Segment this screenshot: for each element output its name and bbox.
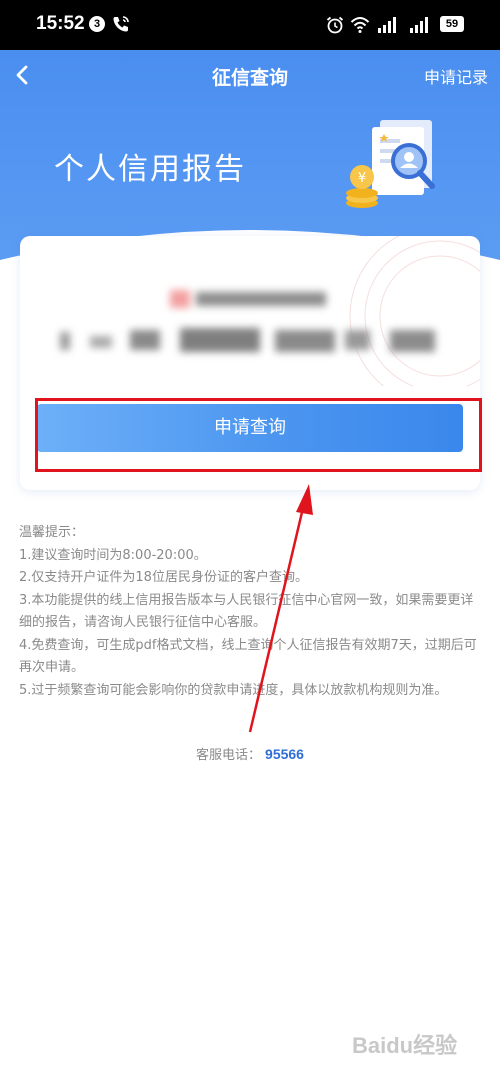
phone-call-icon bbox=[113, 16, 129, 32]
tips-heading: 温馨提示： bbox=[19, 525, 85, 540]
notification-badge: 3 bbox=[89, 16, 105, 32]
hero-title: 个人信用报告 bbox=[54, 152, 246, 187]
tip-item: 2.仅支持开户证件为18位居民身份证的客户查询。 bbox=[19, 570, 308, 585]
tip-item: 3.本功能提供的线上信用报告版本与人民银行征信中心官网一致，如果需要更详细的报告… bbox=[19, 592, 474, 631]
credit-report-illustration: ¥ bbox=[346, 120, 435, 208]
svg-text:¥: ¥ bbox=[358, 171, 366, 186]
wifi-icon bbox=[350, 17, 370, 33]
status-time: 15:52 bbox=[36, 13, 85, 34]
tip-item: 1.建议查询时间为8:00-20:00。 bbox=[19, 547, 207, 563]
query-card: 申请查询 bbox=[20, 236, 480, 490]
apply-records-link[interactable]: 申请记录 bbox=[424, 64, 488, 88]
back-arrow-icon[interactable] bbox=[10, 62, 36, 88]
tip-item: 4.免费查询，可生成pdf格式文档，线上查询个人征信报告有效期7天，过期后可再次… bbox=[19, 637, 477, 676]
signal-strength-icon bbox=[378, 17, 396, 33]
service-label: 客服电话： bbox=[196, 748, 262, 763]
apply-query-button[interactable]: 申请查询 bbox=[37, 404, 463, 452]
baidu-watermark: Baidu经验 bbox=[352, 1033, 458, 1058]
masked-id-text bbox=[60, 328, 440, 354]
nav-bar: 征信查询 申请记录 bbox=[0, 50, 500, 102]
signal-strength-icon-2 bbox=[410, 17, 428, 33]
service-phone-link[interactable]: 95566 bbox=[265, 746, 304, 762]
tips-section: 温馨提示： 1.建议查询时间为8:00-20:00。 2.仅支持开户证件为18位… bbox=[19, 522, 485, 702]
customer-service-line: 客服电话： 95566 bbox=[0, 744, 500, 763]
tip-item: 5.过于频繁查询可能会影响你的贷款申请进度，具体以放款机构规则为准。 bbox=[19, 682, 448, 698]
alarm-icon bbox=[326, 16, 344, 34]
status-bar: 15:52 3 59 bbox=[0, 0, 500, 50]
battery-indicator: 59 bbox=[440, 16, 464, 32]
card-decoration bbox=[349, 236, 480, 386]
masked-name-text bbox=[170, 288, 330, 310]
